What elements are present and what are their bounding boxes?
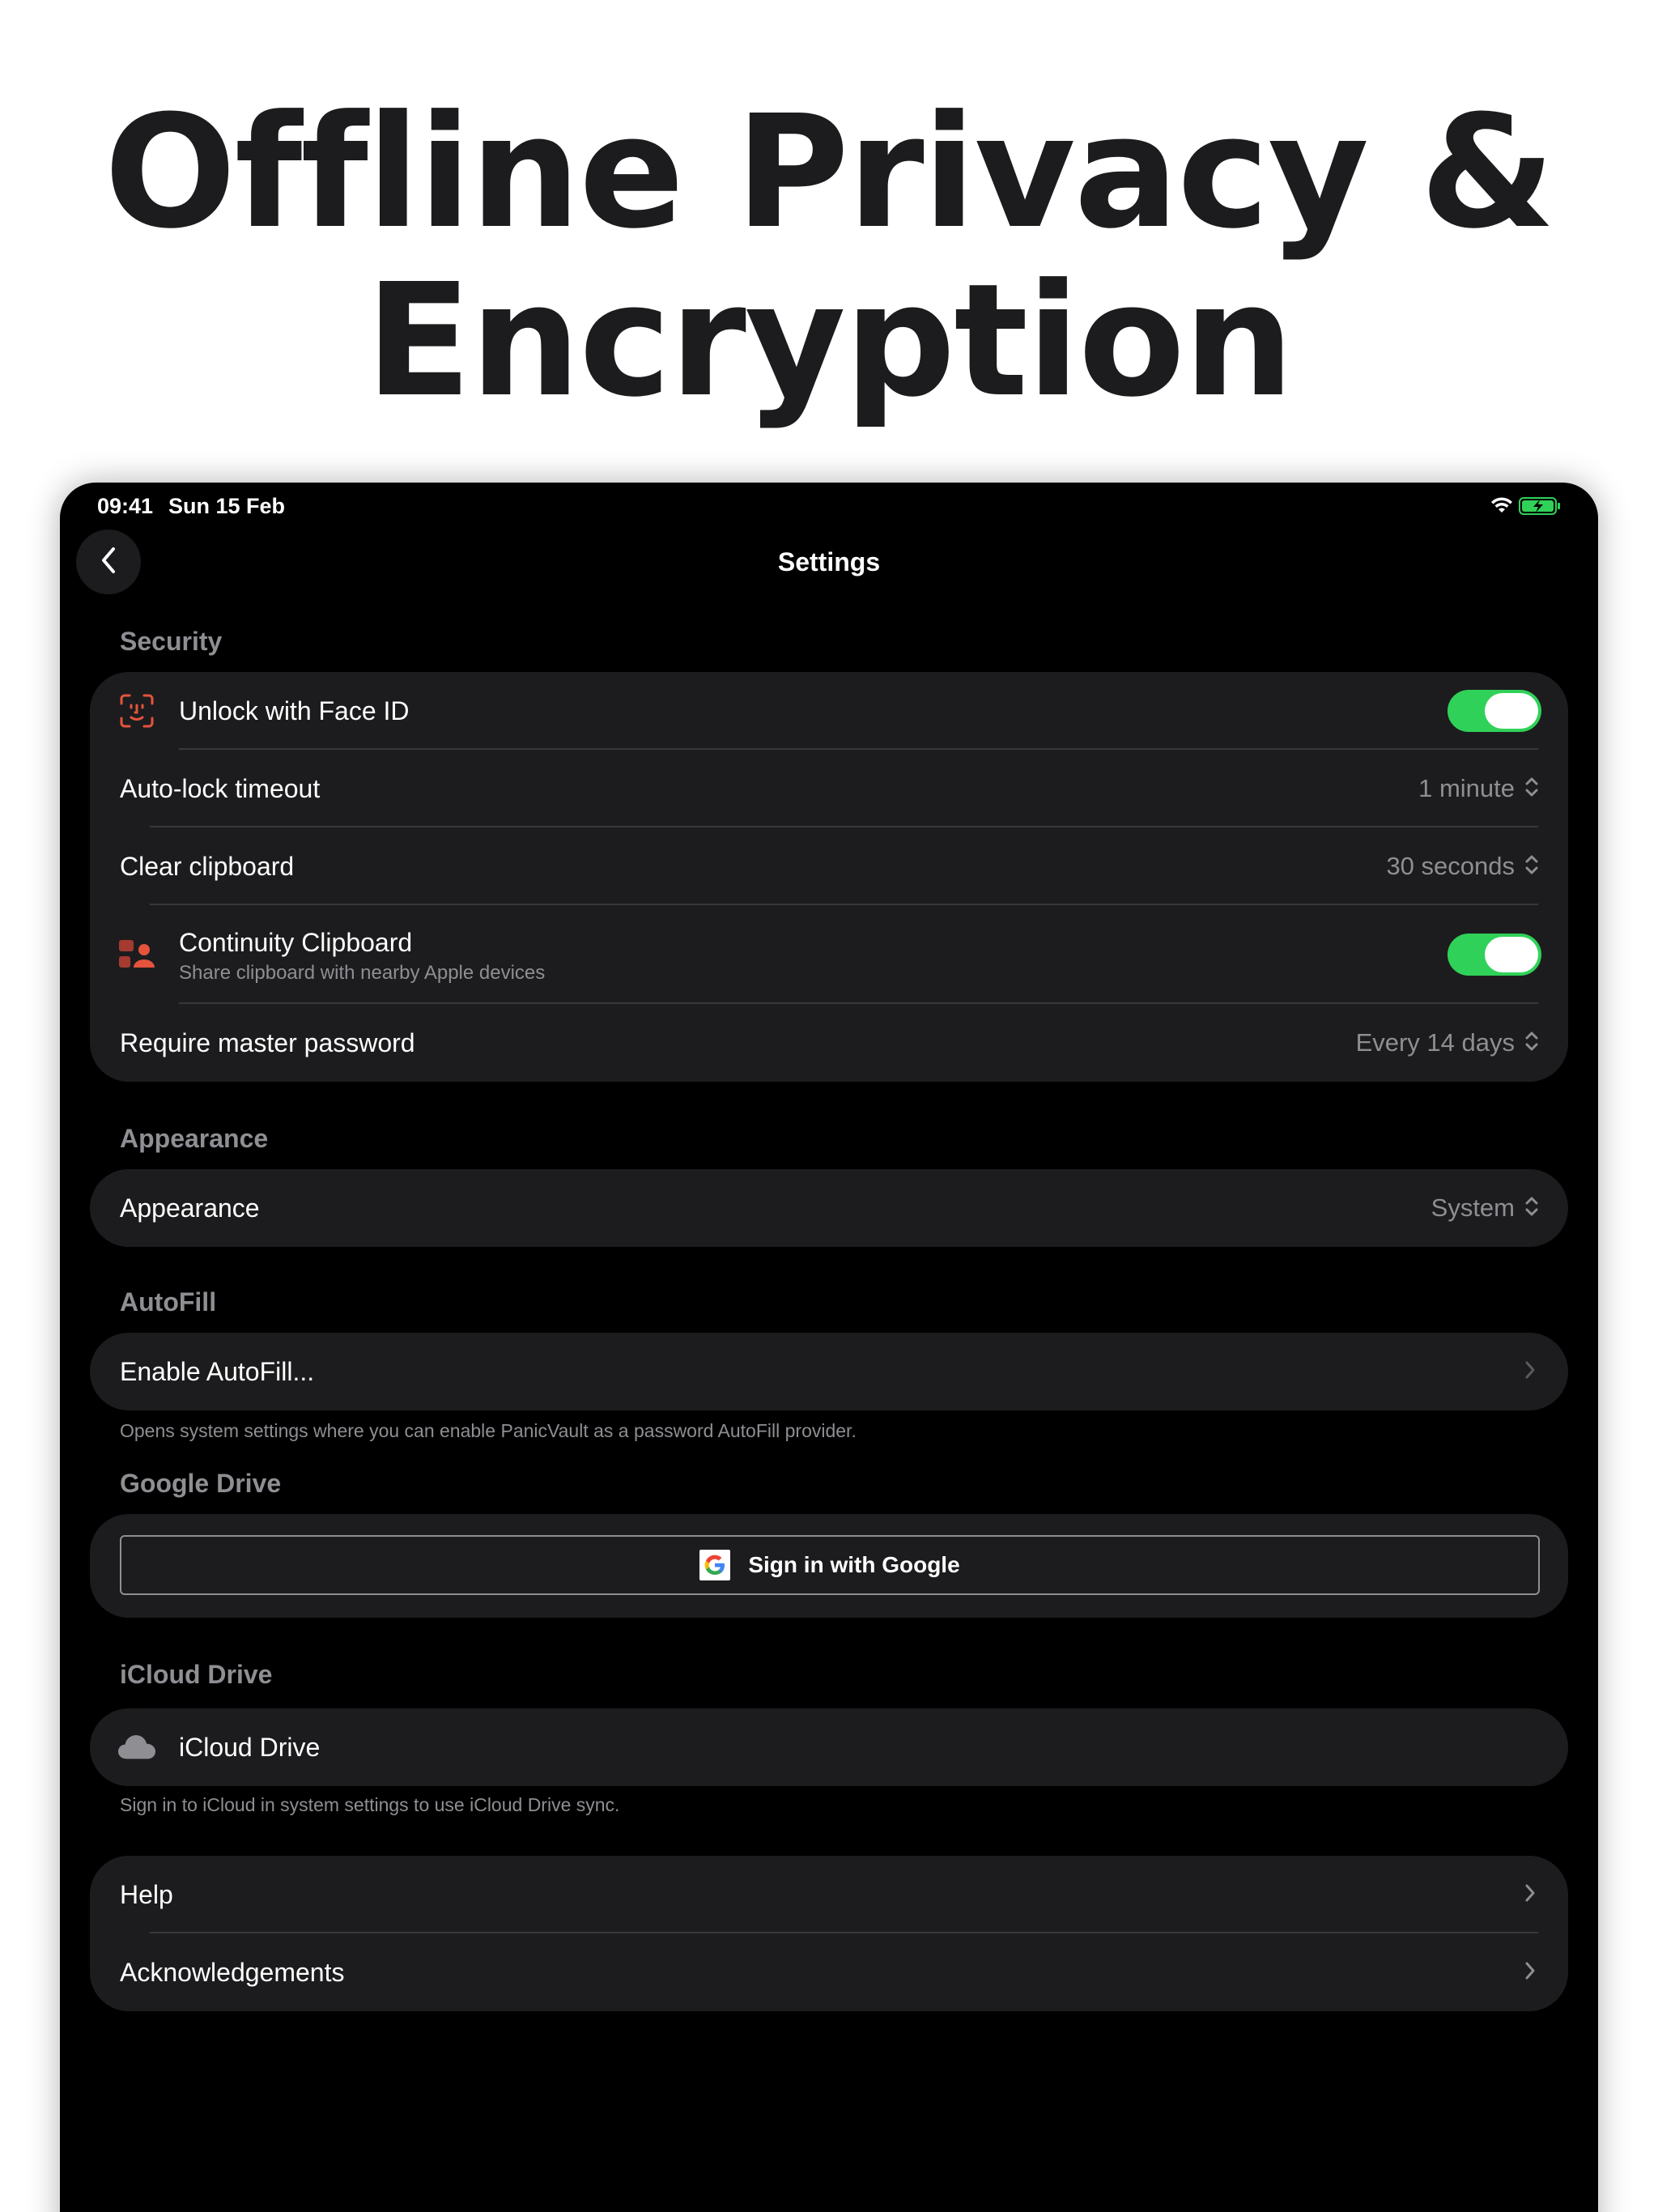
icloud-group: iCloud Drive (90, 1708, 1568, 1786)
section-header-google-drive: Google Drive (120, 1469, 282, 1498)
continuity-icon (117, 935, 156, 974)
misc-group: Help Acknowledgements (90, 1856, 1568, 2011)
face-id-row[interactable]: Unlock with Face ID (90, 672, 1568, 750)
acknowledgements-row[interactable]: Acknowledgements (90, 1933, 1568, 2011)
face-id-icon (117, 691, 156, 730)
continuity-clipboard-row[interactable]: Continuity Clipboard Share clipboard wit… (90, 905, 1568, 1004)
appearance-label: Appearance (120, 1193, 260, 1223)
continuity-subtitle: Share clipboard with nearby Apple device… (179, 962, 546, 984)
master-password-picker[interactable]: Every 14 days (1356, 1028, 1539, 1057)
section-header-appearance: Appearance (120, 1124, 269, 1153)
autofill-group: Enable AutoFill... (90, 1333, 1568, 1410)
up-down-chevron-icon (1524, 776, 1539, 802)
master-password-row[interactable]: Require master password Every 14 days (90, 1004, 1568, 1082)
icloud-footnote: Sign in to iCloud in system settings to … (120, 1794, 620, 1815)
auto-lock-picker[interactable]: 1 minute (1418, 774, 1539, 803)
device-screen: 09:41 Sun 15 Feb Settings Security Unloc… (60, 483, 1598, 2212)
icloud-drive-label: iCloud Drive (179, 1732, 321, 1762)
up-down-chevron-icon (1524, 1195, 1539, 1222)
chevron-right-icon (1524, 1961, 1536, 1984)
sign-in-with-google-label: Sign in with Google (748, 1552, 960, 1577)
auto-lock-label: Auto-lock timeout (120, 773, 321, 803)
google-logo-icon (699, 1550, 731, 1580)
status-bar: 09:41 Sun 15 Feb (60, 483, 1598, 531)
continuity-toggle[interactable] (1448, 934, 1541, 976)
appearance-picker[interactable]: System (1431, 1193, 1539, 1223)
section-header-icloud-drive: iCloud Drive (120, 1660, 273, 1689)
continuity-label: Continuity Clipboard (179, 928, 413, 957)
status-time: 09:41 (97, 494, 154, 518)
master-password-value: Every 14 days (1355, 1028, 1515, 1057)
sign-in-with-google-button[interactable]: Sign in with Google (120, 1535, 1540, 1595)
clear-clipboard-row[interactable]: Clear clipboard 30 seconds (90, 827, 1568, 905)
chevron-right-icon (1524, 1883, 1536, 1907)
headline: Offline Privacy & Encryption (0, 89, 1658, 426)
master-password-label: Require master password (120, 1027, 415, 1057)
wifi-icon (1490, 496, 1514, 518)
status-date: Sun 15 Feb (168, 494, 286, 518)
help-label: Help (120, 1879, 173, 1909)
appearance-group: Appearance System (90, 1169, 1568, 1247)
help-row[interactable]: Help (90, 1856, 1568, 1933)
headline-line-1: Offline Privacy & (104, 83, 1556, 263)
appearance-value: System (1431, 1193, 1515, 1222)
face-id-label: Unlock with Face ID (179, 696, 410, 725)
google-drive-group: Sign in with Google (90, 1514, 1568, 1618)
enable-autofill-row[interactable]: Enable AutoFill... (90, 1333, 1568, 1410)
section-header-security: Security (120, 627, 223, 656)
auto-lock-value: 1 minute (1418, 774, 1515, 802)
icloud-drive-row[interactable]: iCloud Drive (90, 1708, 1568, 1786)
battery-charging-icon (1519, 497, 1561, 519)
headline-line-2: Encryption (365, 251, 1294, 432)
up-down-chevron-icon (1524, 1030, 1539, 1057)
enable-autofill-label: Enable AutoFill... (120, 1356, 315, 1386)
chevron-right-icon (1524, 1360, 1536, 1384)
acknowledgements-label: Acknowledgements (120, 1957, 345, 1987)
cloud-icon (117, 1728, 156, 1767)
clear-clipboard-picker[interactable]: 30 seconds (1386, 852, 1539, 881)
autofill-footnote: Opens system settings where you can enab… (120, 1420, 857, 1441)
clear-clipboard-label: Clear clipboard (120, 851, 295, 881)
appearance-row[interactable]: Appearance System (90, 1169, 1568, 1247)
page-title: Settings (777, 547, 881, 576)
clear-clipboard-value: 30 seconds (1386, 852, 1515, 880)
security-group: Unlock with Face ID Auto-lock timeout 1 … (90, 672, 1568, 1082)
face-id-toggle[interactable] (1448, 690, 1541, 732)
auto-lock-row[interactable]: Auto-lock timeout 1 minute (90, 750, 1568, 827)
up-down-chevron-icon (1524, 853, 1539, 880)
section-header-autofill: AutoFill (120, 1287, 217, 1317)
